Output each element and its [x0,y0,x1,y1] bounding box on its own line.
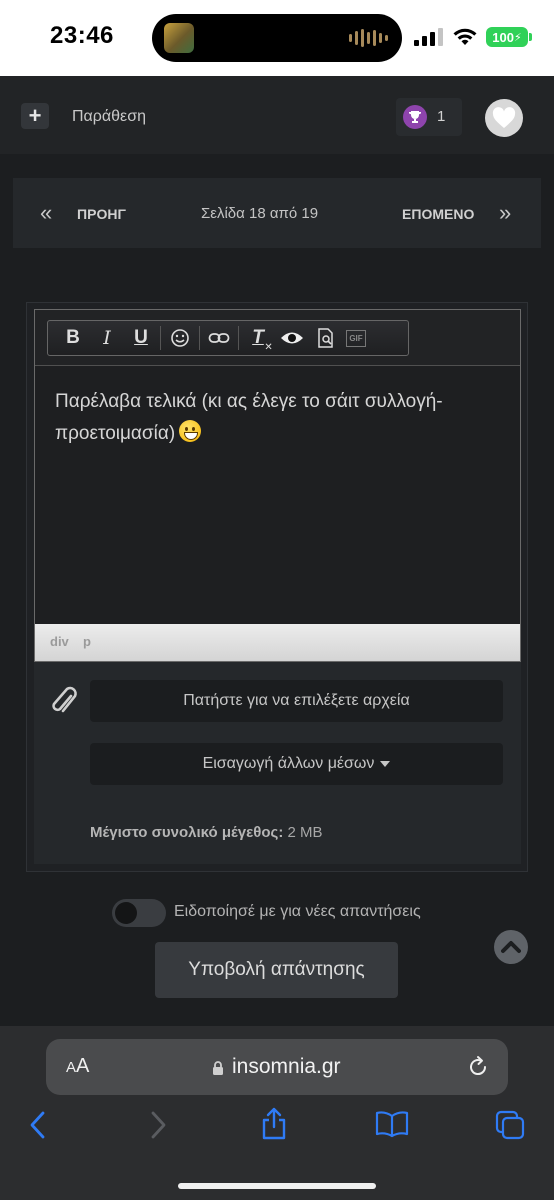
audio-waveform-icon [349,28,388,48]
editor-content[interactable]: Παρέλαβα τελικά (κι ας έλεγε το σάιτ συλ… [55,386,515,450]
home-indicator[interactable] [178,1183,376,1189]
bold-button[interactable]: B [56,323,90,353]
emoji-button[interactable] [163,323,197,353]
clear-format-icon: T ✕ [252,327,273,353]
gif-button[interactable]: GIF [343,323,369,353]
editor-text: Παρέλαβα τελικά (κι ας έλεγε το σάιτ συλ… [55,391,443,444]
notify-toggle[interactable] [112,899,166,927]
smiley-icon [171,329,189,347]
tabs-icon[interactable] [495,1110,525,1140]
chevron-up-icon [501,941,521,953]
wifi-icon [453,28,477,45]
select-files-button[interactable]: Πατήστε για να επιλέξετε αρχεία [90,680,503,722]
clear-format-button[interactable]: T ✕ [241,323,275,353]
dynamic-island[interactable] [152,14,402,62]
battery-level: 100 [492,29,514,45]
scroll-to-top-button[interactable] [494,930,528,964]
toolbar-divider [238,326,239,350]
toolbar-divider [199,326,200,350]
lock-icon [213,1061,223,1075]
cellular-signal-icon [414,28,443,46]
browser-toolbar: AA insomnia.gr [0,1026,554,1200]
multiquote-plus-button[interactable]: + [21,103,49,129]
path-item[interactable]: div [50,634,69,649]
path-item[interactable]: p [83,634,91,649]
grinning-emoji-icon [179,420,202,442]
first-page-link[interactable]: « [40,200,52,226]
react-heart-button[interactable] [485,99,523,137]
max-size-info: Μέγιστο συνολικό μέγεθος: 2 MB [90,824,323,841]
rich-text-editor[interactable]: B I U T ✕ GIF Παρέλαβα τελικά (κι ας έλε… [34,309,521,662]
forward-icon[interactable] [148,1110,168,1140]
underline-button[interactable]: U [124,323,158,353]
battery-indicator: 100 ⚡ [486,27,532,47]
notify-label[interactable]: Ειδοποίησέ με για νέες απαντήσεις [174,903,421,921]
link-button[interactable] [202,323,236,353]
submit-reply-button[interactable]: Υποβολή απάντησης [155,942,398,998]
status-bar: 23:46 100 ⚡ [0,0,554,76]
preview-button[interactable] [275,323,309,353]
prev-page-link[interactable]: ΠΡΟΗΓ [77,206,126,222]
page-info[interactable]: Σελίδα 18 από 19 [201,205,318,222]
book-icon[interactable] [375,1110,409,1138]
back-icon[interactable] [28,1110,48,1140]
eye-icon [281,332,303,344]
clear-format-letter: T [252,327,264,348]
aa-big: A [76,1055,90,1077]
reaction-count: 1 [437,108,446,125]
url-domain: insomnia.gr [232,1055,341,1078]
browser-nav-row [0,1107,554,1150]
max-size-value: 2 MB [287,824,323,841]
insert-media-dropdown[interactable]: Εισαγωγή άλλων μέσων [90,743,503,785]
last-page-link[interactable]: » [499,200,511,226]
attachments-panel: Πατήστε για να επιλέξετε αρχεία Εισαγωγή… [34,662,521,864]
gif-icon: GIF [346,329,366,347]
reload-icon[interactable] [466,1055,490,1079]
insert-media-label: Εισαγωγή άλλων μέσων [202,755,375,772]
reader-settings-button[interactable]: AA [66,1055,89,1078]
element-path-bar: div p [35,624,520,661]
document-search-icon [318,328,333,348]
find-replace-button[interactable] [309,323,343,353]
trophy-icon [403,105,427,129]
editor-toolbar: B I U T ✕ GIF [47,320,409,356]
editor-toolbar-area: B I U T ✕ GIF [35,310,520,366]
charging-bolt-icon: ⚡ [513,31,522,44]
address-bar[interactable]: AA insomnia.gr [46,1039,508,1095]
caret-down-icon [380,761,391,767]
now-playing-artwork [164,23,194,53]
paperclip-icon [52,686,77,713]
next-page-link[interactable]: ΕΠΟΜΕΝΟ [402,206,474,222]
post-action-bar: + Παράθεση 1 [0,76,554,154]
toolbar-divider [160,326,161,350]
reactions-summary[interactable]: 1 [396,98,462,136]
share-icon[interactable] [260,1106,288,1140]
quote-button[interactable]: Παράθεση [72,108,146,126]
clock: 23:46 [50,22,114,49]
heart-icon [492,107,516,128]
aa-small: A [66,1059,77,1076]
max-size-label: Μέγιστο συνολικό μέγεθος: [90,824,284,841]
italic-button[interactable]: I [90,323,124,353]
link-icon [208,333,230,343]
pagination: « ΠΡΟΗΓ Σελίδα 18 από 19 ΕΠΟΜΕΝΟ » [13,178,541,248]
